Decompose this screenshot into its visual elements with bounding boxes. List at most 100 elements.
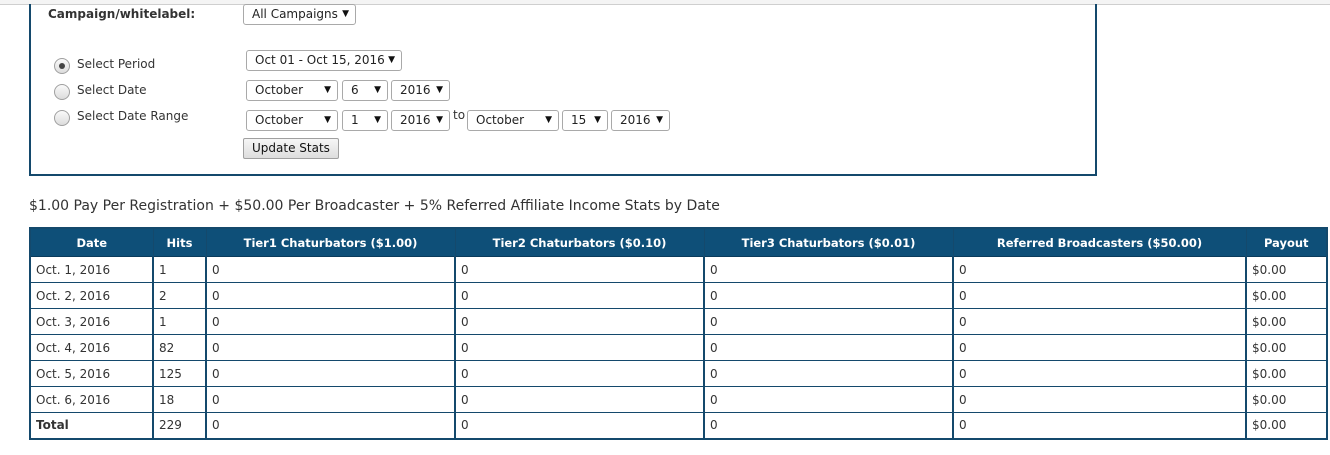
cell-tier1: 0: [205, 360, 456, 387]
date-month-select[interactable]: October ▼: [246, 80, 338, 101]
select-date-range-radio[interactable]: [54, 110, 70, 126]
cell-tier3: 0: [703, 386, 954, 413]
range-to-day-select[interactable]: 15 ▼: [562, 110, 608, 131]
col-date: Date: [29, 227, 154, 257]
range-to-month-select[interactable]: October ▼: [467, 110, 559, 131]
cell-payout: $0.00: [1245, 360, 1328, 387]
update-stats-button[interactable]: Update Stats: [243, 138, 339, 159]
cell-date: Oct. 1, 2016: [29, 256, 154, 283]
range-to-year-select[interactable]: 2016 ▼: [611, 110, 670, 131]
cell-tier3: 0: [703, 256, 954, 283]
stats-table: Date Hits Tier1 Chaturbators ($1.00) Tie…: [29, 227, 1328, 440]
select-date-radio[interactable]: [54, 84, 70, 100]
cell-tier1: 0: [205, 334, 456, 361]
cell-tier2: 0: [454, 412, 705, 439]
select-date-label: Select Date: [77, 83, 147, 97]
cell-referred: 0: [952, 386, 1247, 413]
range-to-year-value: 2016: [620, 113, 651, 127]
period-select[interactable]: Oct 01 - Oct 15, 2016 ▼: [246, 50, 402, 71]
date-day-value: 6: [351, 83, 359, 97]
table-row: Oct. 1, 2016 1 0 0 0 0 $0.00: [29, 256, 1328, 283]
range-from-month-value: October: [255, 113, 304, 127]
select-date-range-label: Select Date Range: [77, 109, 189, 123]
cell-tier2: 0: [454, 308, 705, 335]
cell-tier3: 0: [703, 334, 954, 361]
period-select-value: Oct 01 - Oct 15, 2016: [255, 53, 385, 67]
campaign-label: Campaign/whitelabel:: [48, 7, 196, 21]
table-row: Oct. 6, 2016 18 0 0 0 0 $0.00: [29, 386, 1328, 413]
range-from-year-select[interactable]: 2016 ▼: [391, 110, 450, 131]
caret-down-icon: ▼: [324, 115, 331, 125]
caret-down-icon: ▼: [388, 55, 395, 65]
range-from-year-value: 2016: [400, 113, 431, 127]
caret-down-icon: ▼: [436, 115, 443, 125]
col-tier1: Tier1 Chaturbators ($1.00): [205, 227, 456, 257]
col-referred-broadcasters: Referred Broadcasters ($50.00): [952, 227, 1247, 257]
caret-down-icon: ▼: [374, 85, 381, 95]
cell-hits: 125: [152, 360, 207, 387]
table-row: Oct. 2, 2016 2 0 0 0 0 $0.00: [29, 282, 1328, 309]
cell-date: Oct. 3, 2016: [29, 308, 154, 335]
cell-date: Oct. 2, 2016: [29, 282, 154, 309]
date-year-value: 2016: [400, 83, 431, 97]
cell-referred: 0: [952, 412, 1247, 439]
cell-date: Oct. 4, 2016: [29, 334, 154, 361]
table-row: Oct. 4, 2016 82 0 0 0 0 $0.00: [29, 334, 1328, 361]
cell-payout: $0.00: [1245, 282, 1328, 309]
range-to-day-value: 15: [571, 113, 587, 127]
total-row: Total 229 0 0 0 0 $0.00: [29, 412, 1328, 439]
cell-referred: 0: [952, 360, 1247, 387]
caret-down-icon: ▼: [436, 85, 443, 95]
cell-tier3: 0: [703, 412, 954, 439]
stats-header-row: Date Hits Tier1 Chaturbators ($1.00) Tie…: [29, 227, 1328, 257]
cell-payout: $0.00: [1245, 308, 1328, 335]
range-from-day-value: 1: [351, 113, 359, 127]
cell-date: Oct. 6, 2016: [29, 386, 154, 413]
campaign-select-value: All Campaigns: [252, 7, 338, 21]
cell-hits: 229: [152, 412, 207, 439]
caret-down-icon: ▼: [342, 9, 349, 19]
cell-tier2: 0: [454, 334, 705, 361]
cell-referred: 0: [952, 334, 1247, 361]
cell-hits: 18: [152, 386, 207, 413]
caret-down-icon: ▼: [656, 115, 663, 125]
range-from-month-select[interactable]: October ▼: [246, 110, 338, 131]
table-row: Oct. 3, 2016 1 0 0 0 0 $0.00: [29, 308, 1328, 335]
caret-down-icon: ▼: [594, 115, 601, 125]
col-tier3: Tier3 Chaturbators ($0.01): [703, 227, 954, 257]
cell-payout: $0.00: [1245, 256, 1328, 283]
cell-tier1: 0: [205, 256, 456, 283]
cell-tier1: 0: [205, 308, 456, 335]
cell-payout: $0.00: [1245, 386, 1328, 413]
cell-tier2: 0: [454, 256, 705, 283]
col-hits: Hits: [152, 227, 207, 257]
cell-referred: 0: [952, 256, 1247, 283]
cell-tier2: 0: [454, 360, 705, 387]
stats-filter-panel: Campaign/whitelabel: All Campaigns ▼ Sele…: [29, 4, 1097, 176]
date-day-select[interactable]: 6 ▼: [342, 80, 388, 101]
range-to-text: to: [453, 108, 466, 122]
cell-tier3: 0: [703, 282, 954, 309]
caret-down-icon: ▼: [374, 115, 381, 125]
stats-heading: $1.00 Pay Per Registration + $50.00 Per …: [29, 198, 720, 214]
cell-tier2: 0: [454, 386, 705, 413]
select-period-radio[interactable]: [54, 58, 70, 74]
range-from-day-select[interactable]: 1 ▼: [342, 110, 388, 131]
cell-payout: $0.00: [1245, 334, 1328, 361]
range-to-month-value: October: [476, 113, 525, 127]
campaign-select[interactable]: All Campaigns ▼: [243, 4, 356, 25]
caret-down-icon: ▼: [545, 115, 552, 125]
cell-tier1: 0: [205, 282, 456, 309]
col-payout: Payout: [1245, 227, 1328, 257]
cell-tier1: 0: [205, 412, 456, 439]
date-year-select[interactable]: 2016 ▼: [391, 80, 450, 101]
cell-hits: 2: [152, 282, 207, 309]
cell-total-label: Total: [29, 412, 154, 439]
cell-tier2: 0: [454, 282, 705, 309]
cell-hits: 82: [152, 334, 207, 361]
cell-referred: 0: [952, 308, 1247, 335]
table-row: Oct. 5, 2016 125 0 0 0 0 $0.00: [29, 360, 1328, 387]
cell-tier1: 0: [205, 386, 456, 413]
col-tier2: Tier2 Chaturbators ($0.10): [454, 227, 705, 257]
cell-hits: 1: [152, 256, 207, 283]
